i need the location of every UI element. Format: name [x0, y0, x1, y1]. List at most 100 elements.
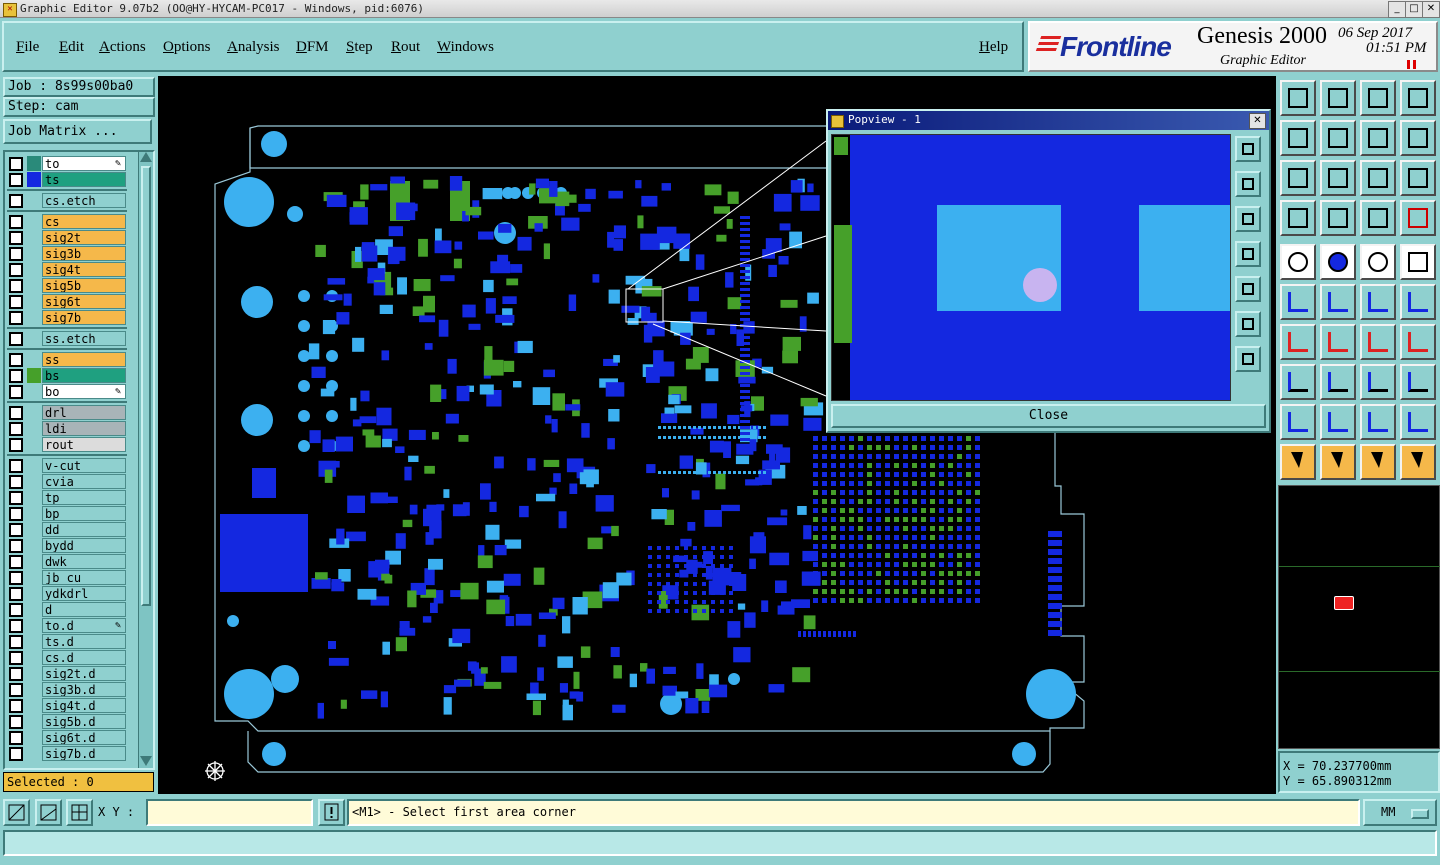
- tool-move-1-button[interactable]: [1280, 120, 1316, 156]
- layer-row-dd[interactable]: dd: [7, 522, 127, 537]
- layer-row-bp[interactable]: bp: [7, 506, 127, 521]
- tool-select-1-button[interactable]: [1280, 444, 1316, 480]
- overview-map[interactable]: [1278, 485, 1440, 749]
- popview-tool-5[interactable]: [1235, 276, 1261, 302]
- layer-color-swatch[interactable]: [27, 570, 41, 585]
- popview-tool-4[interactable]: [1235, 241, 1261, 267]
- layer-row-cvia[interactable]: cvia: [7, 474, 127, 489]
- layer-checkbox[interactable]: [9, 731, 23, 745]
- layer-name[interactable]: to: [42, 156, 126, 171]
- layer-checkbox[interactable]: [9, 231, 23, 245]
- layer-checkbox[interactable]: [9, 635, 23, 649]
- layer-name[interactable]: sig6t.d: [42, 730, 126, 745]
- tool-move-pad-1-button[interactable]: [1280, 284, 1316, 320]
- layer-name[interactable]: v-cut: [42, 458, 126, 473]
- layer-name[interactable]: bo: [42, 384, 126, 399]
- layer-name[interactable]: drl: [42, 405, 126, 420]
- layer-color-swatch[interactable]: [27, 554, 41, 569]
- layer-checkbox[interactable]: [9, 683, 23, 697]
- snap-icon[interactable]: [3, 799, 30, 826]
- layer-color-swatch[interactable]: [27, 405, 41, 420]
- layer-checkbox[interactable]: [9, 353, 23, 367]
- layer-name[interactable]: ts.d: [42, 634, 126, 649]
- layer-checkbox[interactable]: [9, 619, 23, 633]
- measure-icon[interactable]: [35, 799, 62, 826]
- tool-select-4-button[interactable]: [1400, 444, 1436, 480]
- layer-checkbox[interactable]: [9, 475, 23, 489]
- layer-checkbox[interactable]: [9, 715, 23, 729]
- layer-name[interactable]: sig2t.d: [42, 666, 126, 681]
- layer-row-ss[interactable]: ss: [7, 352, 127, 367]
- layer-name[interactable]: sig7b: [42, 310, 126, 325]
- menu-options[interactable]: Options: [163, 39, 211, 56]
- layer-row-dwk[interactable]: dwk: [7, 554, 127, 569]
- layer-color-swatch[interactable]: [27, 437, 41, 452]
- layer-color-swatch[interactable]: [27, 586, 41, 601]
- layer-checkbox[interactable]: [9, 215, 23, 229]
- layer-name[interactable]: sig3b.d: [42, 682, 126, 697]
- layer-name[interactable]: ss: [42, 352, 126, 367]
- tool-home-3-button[interactable]: [1360, 80, 1396, 116]
- layer-color-swatch[interactable]: [27, 246, 41, 261]
- layer-row-ldi[interactable]: ldi: [7, 421, 127, 436]
- layer-checkbox[interactable]: [9, 263, 23, 277]
- layer-checkbox[interactable]: [9, 459, 23, 473]
- dropdown-arrow-icon[interactable]: [1411, 809, 1429, 819]
- menu-rout[interactable]: Rout: [391, 39, 420, 56]
- popview-tool-3[interactable]: [1235, 206, 1261, 232]
- layer-row-d[interactable]: d: [7, 602, 127, 617]
- layer-color-swatch[interactable]: [27, 352, 41, 367]
- layer-color-swatch[interactable]: [27, 278, 41, 293]
- tool-home-4-button[interactable]: [1400, 80, 1436, 116]
- layer-color-swatch[interactable]: [27, 698, 41, 713]
- menu-windows[interactable]: Windows: [437, 39, 494, 56]
- layer-name[interactable]: sig4t.d: [42, 698, 126, 713]
- layer-color-swatch[interactable]: [27, 650, 41, 665]
- layer-row-sig6t-d[interactable]: sig6t.d: [7, 730, 127, 745]
- layer-color-swatch[interactable]: [27, 746, 41, 761]
- layer-name[interactable]: to.d: [42, 618, 126, 633]
- tool-arc-4-button[interactable]: [1400, 364, 1436, 400]
- tool-move-2-button[interactable]: [1320, 120, 1356, 156]
- layer-checkbox[interactable]: [9, 523, 23, 537]
- layer-row-bydd[interactable]: bydd: [7, 538, 127, 553]
- layer-row-sig2t-d[interactable]: sig2t.d: [7, 666, 127, 681]
- layer-name[interactable]: sig4t: [42, 262, 126, 277]
- tool-select-2-button[interactable]: [1320, 444, 1356, 480]
- layer-color-swatch[interactable]: [27, 522, 41, 537]
- layer-checkbox[interactable]: [9, 369, 23, 383]
- tool-home-1-button[interactable]: [1280, 80, 1316, 116]
- layer-color-swatch[interactable]: [27, 666, 41, 681]
- popview-canvas[interactable]: [831, 134, 1231, 401]
- layer-row-sig7b-d[interactable]: sig7b.d: [7, 746, 127, 761]
- layer-color-swatch[interactable]: [27, 310, 41, 325]
- layer-row-v-cut[interactable]: v-cut: [7, 458, 127, 473]
- tool-draw-4-button[interactable]: [1400, 324, 1436, 360]
- layer-row-bo[interactable]: bo ✎: [7, 384, 127, 399]
- layer-row-jb-cu[interactable]: jb_cu: [7, 570, 127, 585]
- layer-checkbox[interactable]: [9, 587, 23, 601]
- layer-checkbox[interactable]: [9, 422, 23, 436]
- tool-arc-3-button[interactable]: [1360, 364, 1396, 400]
- layer-checkbox[interactable]: [9, 438, 23, 452]
- layer-name[interactable]: sig2t: [42, 230, 126, 245]
- menu-help[interactable]: Help: [979, 39, 1008, 56]
- layer-name[interactable]: sig3b: [42, 246, 126, 261]
- tool-arc-2-button[interactable]: [1320, 364, 1356, 400]
- tool-arc-1-button[interactable]: [1280, 364, 1316, 400]
- layer-color-swatch[interactable]: [27, 602, 41, 617]
- layer-name[interactable]: ts: [42, 172, 126, 187]
- menu-step[interactable]: Step: [346, 39, 373, 56]
- layer-row-ydkdrl[interactable]: ydkdrl: [7, 586, 127, 601]
- popview-close-button[interactable]: Close: [831, 404, 1266, 428]
- layer-name[interactable]: rout: [42, 437, 126, 452]
- layer-row-sig4t-d[interactable]: sig4t.d: [7, 698, 127, 713]
- layer-row-bs[interactable]: bs: [7, 368, 127, 383]
- layer-color-swatch[interactable]: [27, 172, 41, 187]
- popview-tool-6[interactable]: [1235, 311, 1261, 337]
- close-window-button[interactable]: ✕: [1422, 1, 1440, 18]
- layer-color-swatch[interactable]: [27, 193, 41, 208]
- layer-row-cs[interactable]: cs: [7, 214, 127, 229]
- layer-name[interactable]: dd: [42, 522, 126, 537]
- tool-snap-3-button[interactable]: [1360, 244, 1396, 280]
